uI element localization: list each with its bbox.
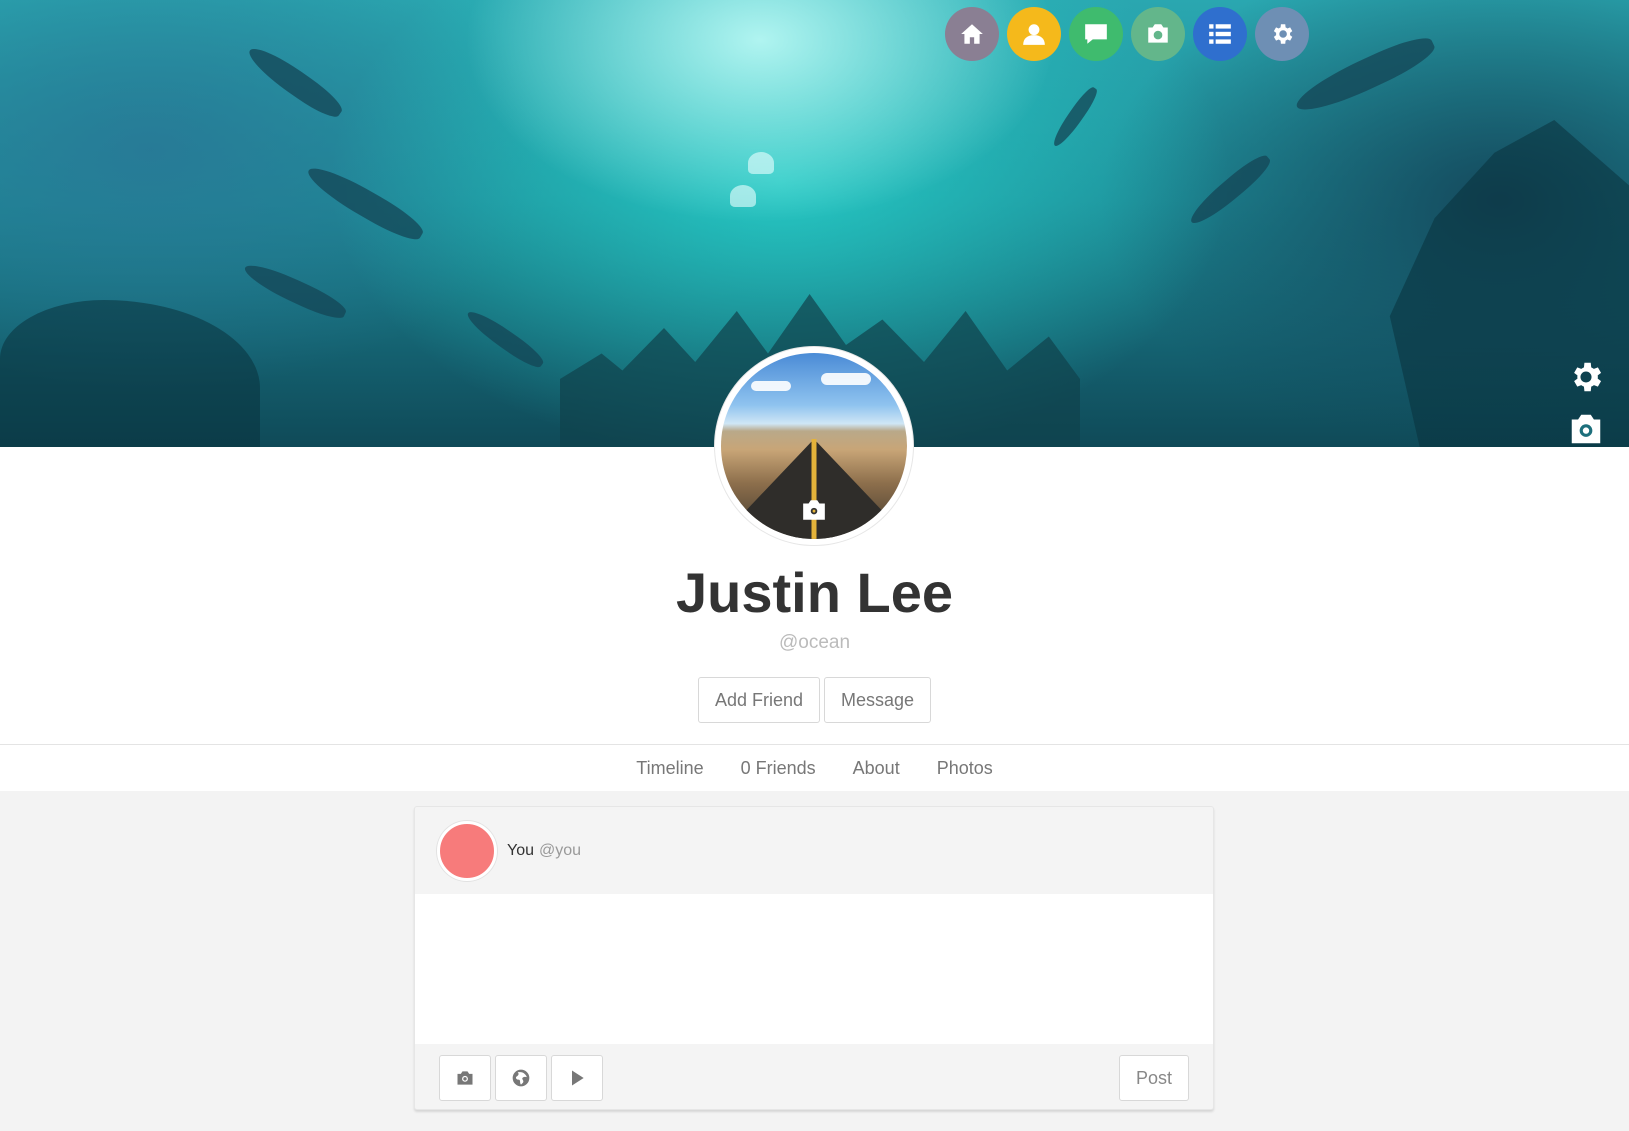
cover-fish bbox=[1049, 84, 1101, 150]
profile-actions: Add Friend Message bbox=[0, 677, 1629, 723]
nav-list-button[interactable] bbox=[1193, 7, 1247, 61]
play-icon bbox=[572, 1070, 584, 1086]
add-location-button[interactable] bbox=[495, 1055, 547, 1101]
composer-user-name: You bbox=[507, 841, 534, 859]
tab-friends[interactable]: 0 Friends bbox=[741, 758, 816, 779]
cover-fish bbox=[240, 257, 350, 325]
post-text-input[interactable] bbox=[415, 894, 1213, 1044]
cover-jellyfish bbox=[730, 185, 756, 207]
nav-home-button[interactable] bbox=[945, 7, 999, 61]
profile-avatar[interactable] bbox=[715, 347, 913, 545]
avatar-change-photo[interactable] bbox=[801, 499, 827, 521]
message-button[interactable]: Message bbox=[824, 677, 932, 723]
profile-name: Justin Lee bbox=[676, 561, 953, 624]
cover-tools bbox=[1567, 358, 1605, 448]
avatar-cloud bbox=[821, 373, 871, 385]
cover-rock-left bbox=[0, 300, 260, 447]
chat-icon bbox=[1085, 24, 1107, 44]
home-icon bbox=[961, 24, 983, 44]
tab-about[interactable]: About bbox=[853, 758, 900, 779]
cover-settings-icon[interactable] bbox=[1567, 358, 1605, 396]
cover-fish bbox=[243, 40, 347, 124]
composer-header: You @you bbox=[415, 807, 1213, 894]
composer-avatar bbox=[437, 820, 497, 881]
tab-photos[interactable]: Photos bbox=[937, 758, 993, 779]
nav-photos-button[interactable] bbox=[1131, 7, 1185, 61]
cover-camera-icon[interactable] bbox=[1567, 410, 1605, 448]
globe-icon bbox=[512, 1069, 530, 1087]
post-button[interactable]: Post bbox=[1119, 1055, 1189, 1101]
profile-tabs: Timeline 0 Friends About Photos bbox=[0, 744, 1629, 791]
add-friend-button[interactable]: Add Friend bbox=[697, 677, 820, 723]
camera-icon bbox=[457, 1071, 473, 1085]
avatar-road-line bbox=[811, 439, 817, 539]
composer-user-handle: @you bbox=[539, 841, 582, 859]
profile-avatar-image bbox=[721, 353, 907, 539]
user-icon bbox=[1023, 24, 1045, 45]
nav-profile-button[interactable] bbox=[1007, 7, 1061, 61]
add-video-button[interactable] bbox=[551, 1055, 603, 1101]
cover-jellyfish bbox=[748, 152, 774, 174]
cover-fish bbox=[1185, 150, 1275, 230]
composer-toolbar bbox=[439, 1055, 603, 1101]
nav-messages-button[interactable] bbox=[1069, 7, 1123, 61]
add-photo-button[interactable] bbox=[439, 1055, 491, 1101]
gear-icon bbox=[1273, 24, 1293, 44]
camera-icon bbox=[1148, 24, 1168, 43]
tab-timeline[interactable]: Timeline bbox=[636, 758, 703, 779]
top-nav bbox=[945, 7, 1309, 61]
list-icon bbox=[1209, 24, 1231, 44]
nav-settings-button[interactable] bbox=[1255, 7, 1309, 61]
avatar-cloud bbox=[751, 381, 791, 391]
post-composer: You @you Post bbox=[414, 806, 1214, 1110]
cover-fish bbox=[462, 305, 548, 373]
cover-fish bbox=[302, 159, 428, 247]
camera-icon bbox=[803, 500, 825, 520]
cover-fish bbox=[1290, 29, 1440, 121]
profile-handle: @ocean bbox=[778, 632, 851, 653]
